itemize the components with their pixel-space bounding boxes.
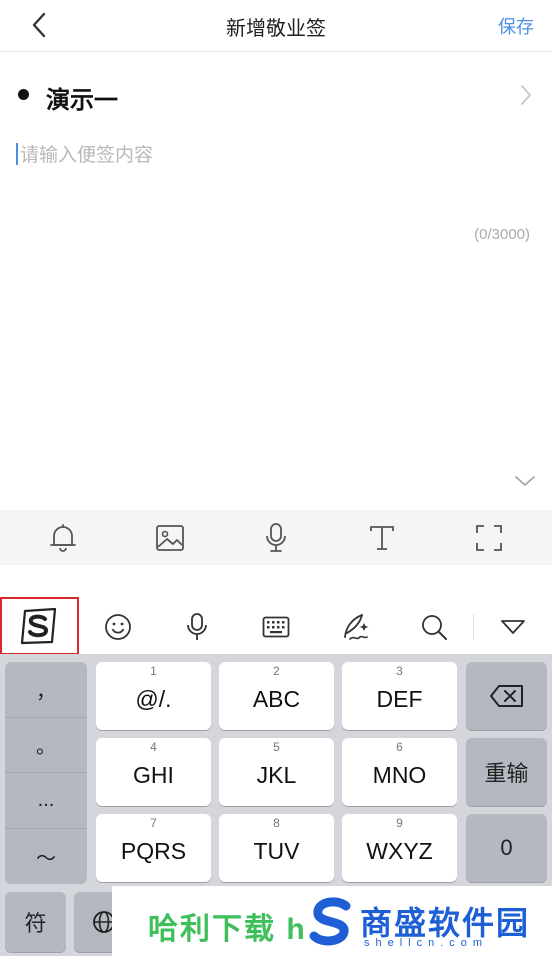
sogou-menu-button[interactable] bbox=[0, 597, 79, 655]
key-4[interactable]: 4 GHI bbox=[96, 738, 211, 806]
keyboard-switch-button[interactable] bbox=[237, 600, 316, 654]
key-label: DEF bbox=[376, 686, 423, 712]
key-number: 8 bbox=[273, 816, 280, 830]
insert-image-button[interactable] bbox=[150, 518, 190, 558]
punct-key[interactable]: ， bbox=[5, 662, 87, 718]
keyboard-spacer bbox=[0, 565, 552, 601]
key-label: GHI bbox=[133, 762, 174, 788]
text-caret bbox=[16, 143, 18, 165]
punct-key[interactable]: ～ bbox=[5, 829, 87, 885]
symbol-key[interactable]: 符 bbox=[5, 892, 66, 952]
zero-key[interactable]: 0 bbox=[466, 814, 547, 882]
ime-toolbar bbox=[0, 597, 552, 655]
voice-icon bbox=[187, 613, 208, 640]
emoji-button[interactable] bbox=[79, 600, 158, 654]
key-6[interactable]: 6 MNO bbox=[342, 738, 457, 806]
search-button[interactable] bbox=[394, 600, 473, 654]
note-toolbar bbox=[0, 510, 552, 565]
chevron-down-icon[interactable] bbox=[514, 474, 536, 488]
key-number: 6 bbox=[396, 740, 403, 754]
search-icon bbox=[421, 615, 447, 640]
backspace-icon bbox=[489, 685, 523, 707]
bell-icon bbox=[50, 523, 77, 552]
key-number: 5 bbox=[273, 740, 280, 754]
key-2[interactable]: 2 ABC bbox=[219, 662, 334, 730]
voice-input-button[interactable] bbox=[158, 600, 237, 654]
key-label: JKL bbox=[256, 762, 297, 788]
chevron-right-icon bbox=[521, 85, 531, 105]
punct-key[interactable]: 。 bbox=[5, 718, 87, 773]
key-label: MNO bbox=[372, 762, 427, 788]
backspace-key[interactable] bbox=[466, 662, 547, 730]
reminder-button[interactable] bbox=[43, 518, 83, 558]
punctuation-column[interactable]: ， 。 ... ～ bbox=[5, 662, 87, 884]
bullet-dot bbox=[18, 89, 29, 100]
fullscreen-icon bbox=[475, 524, 502, 551]
key-label: @/. bbox=[135, 686, 172, 712]
microphone-icon bbox=[266, 522, 286, 552]
key-number: 1 bbox=[150, 664, 157, 678]
watermark-banner: 哈利下载 h 商盛软件园 shellcn.com bbox=[112, 886, 552, 956]
handwriting-icon bbox=[343, 614, 369, 640]
text-format-button[interactable] bbox=[362, 518, 402, 558]
punct-key[interactable]: ... bbox=[5, 773, 87, 829]
image-icon bbox=[155, 524, 184, 551]
key-1[interactable]: 1 @/. bbox=[96, 662, 211, 730]
key-number: 9 bbox=[396, 816, 403, 830]
key-number: 3 bbox=[396, 664, 403, 678]
note-content-placeholder: 请输入便签内容 bbox=[20, 145, 154, 166]
watermark-text-left: 哈利下载 h bbox=[148, 913, 307, 946]
emoji-icon bbox=[105, 614, 132, 640]
key-8[interactable]: 8 TUV bbox=[219, 814, 334, 882]
page-title: 新增敬业签 bbox=[226, 18, 326, 40]
key-number: 7 bbox=[150, 816, 157, 830]
keyboard-icon bbox=[262, 616, 290, 638]
voice-note-button[interactable] bbox=[256, 518, 296, 558]
collapse-icon bbox=[501, 620, 525, 634]
note-content-input[interactable]: 请输入便签内容 bbox=[16, 140, 516, 168]
handwriting-button[interactable] bbox=[315, 600, 394, 654]
reinput-key[interactable]: 重输 bbox=[466, 738, 547, 806]
key-number: 4 bbox=[150, 740, 157, 754]
char-counter: (0/3000) bbox=[474, 226, 530, 243]
key-label: ABC bbox=[252, 686, 301, 712]
key-label: TUV bbox=[253, 838, 300, 864]
hide-keyboard-button[interactable] bbox=[474, 600, 552, 654]
watermark-domain: shellcn.com bbox=[364, 937, 489, 949]
text-format-icon bbox=[370, 525, 395, 550]
fullscreen-button[interactable] bbox=[469, 518, 509, 558]
watermark-logo-icon bbox=[309, 897, 351, 946]
key-number: 2 bbox=[273, 664, 280, 678]
note-title: 演示一 bbox=[46, 87, 118, 114]
key-9[interactable]: 9 WXYZ bbox=[342, 814, 457, 882]
note-title-row[interactable]: 演示一 bbox=[0, 72, 552, 118]
sogou-logo-icon bbox=[21, 607, 57, 645]
key-3[interactable]: 3 DEF bbox=[342, 662, 457, 730]
header-bar: 新增敬业签 保存 bbox=[0, 0, 552, 52]
key-5[interactable]: 5 JKL bbox=[219, 738, 334, 806]
key-7[interactable]: 7 PQRS bbox=[96, 814, 211, 882]
key-label: WXYZ bbox=[366, 838, 433, 864]
key-label: PQRS bbox=[120, 838, 187, 864]
save-button[interactable]: 保存 bbox=[498, 13, 534, 39]
